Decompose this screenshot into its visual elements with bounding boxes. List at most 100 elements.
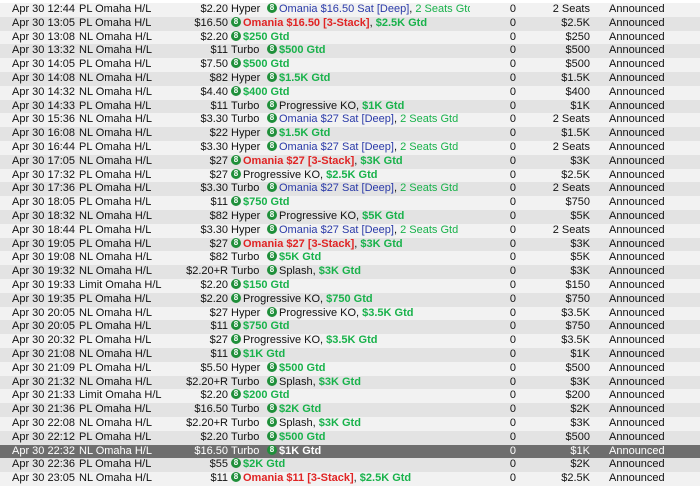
tournament-name: 8 $500 Gtd	[267, 362, 470, 376]
tournament-name-part: 2 Seats Gtd	[400, 223, 459, 236]
tournament-row[interactable]: Apr 30 14:05 PL Omaha H/L $7.50 8 $500 Gtd 0 $…	[0, 58, 700, 72]
tournament-name-part: Progressive KO,	[243, 292, 327, 305]
buy-in: $2.20	[200, 30, 228, 43]
entrants-count: 0	[509, 292, 516, 305]
tournament-row[interactable]: Apr 30 20:05 PL Omaha H/L $11 8 $750 Gtd 0 $75…	[0, 320, 700, 335]
entrants-count: 0	[509, 237, 516, 250]
tournament-row[interactable]: Apr 30 19:33 Limit Omaha H/L $2.20 8 $150 Gt…	[0, 279, 700, 293]
tournament-status: Announced	[609, 237, 665, 250]
omaha-badge-icon: 8	[267, 306, 277, 317]
tournament-status: Announced	[609, 16, 665, 29]
tournament-row[interactable]: Apr 30 19:05 PL Omaha H/L $27 8 Omania $27 […	[0, 237, 700, 252]
tournament-row[interactable]: Apr 30 14:33 PL Omaha H/L $11 Turbo 8 Progres…	[0, 99, 700, 114]
tournament-row[interactable]: Apr 30 19:08 NL Omaha H/L $82 Turbo 8 $5K Gtd…	[0, 251, 700, 266]
tournament-name-part: 2 Seats Gtd	[415, 3, 470, 15]
tournament-status: Announced	[609, 72, 665, 84]
tournament-name: 8 $150 Gtd	[231, 279, 470, 293]
tournament-row[interactable]: Apr 30 21:09 PL Omaha H/L $5.50 Hyper 8 $500 …	[0, 361, 700, 376]
tournament-status: Announced	[609, 196, 665, 209]
tournament-row[interactable]: Apr 30 21:08 NL Omaha H/L $11 8 $1K Gtd 0 $1K A…	[0, 348, 700, 362]
entrants-count: 0	[509, 72, 516, 84]
tournament-row[interactable]: Apr 30 14:08 NL Omaha H/L $82 Hyper 8 $1.5K G…	[0, 72, 700, 86]
tournament-name: 8 $1.5K Gtd	[267, 72, 470, 86]
tournament-row[interactable]: Apr 30 13:08 NL Omaha H/L $2.20 8 $250 Gtd 0 $…	[0, 30, 700, 45]
tournament-row[interactable]: Apr 30 16:08 NL Omaha H/L $22 Hyper 8 $1.5K G…	[0, 127, 700, 141]
tournament-row[interactable]: Apr 30 17:32 PL Omaha H/L $27 8 Progressive …	[0, 168, 700, 183]
omaha-badge-icon: 8	[267, 375, 277, 386]
tournament-status: Announced	[609, 210, 665, 222]
entrants-count: 0	[509, 430, 516, 443]
entrants-count: 0	[509, 251, 516, 264]
tournament-row[interactable]: Apr 30 19:32 NL Omaha H/L $2.20+R Turbo 8 Spl…	[0, 265, 700, 279]
tournament-name: 8 $1K Gtd	[267, 445, 470, 459]
tournament-row[interactable]: Apr 30 22:36 PL Omaha H/L $55 8 $2K Gtd 0 $2K A…	[0, 458, 700, 473]
tournament-row[interactable]: Apr 30 21:36 PL Omaha H/L $16.50 Turbo 8 $2K …	[0, 403, 700, 417]
buy-in: $11	[210, 99, 228, 112]
tournament-row[interactable]: Apr 30 22:08 NL Omaha H/L $2.20+R Turbo 8 Spl…	[0, 417, 700, 431]
tournament-row[interactable]: Apr 30 21:32 NL Omaha H/L $2.20+R Turbo 8 Spl…	[0, 375, 700, 390]
buy-in: $11	[210, 44, 228, 57]
tournament-status: Announced	[609, 265, 665, 278]
omaha-badge-icon: 8	[267, 127, 277, 138]
omaha-badge-icon: 8	[267, 265, 277, 276]
tournament-row[interactable]: Apr 30 20:32 PL Omaha H/L $27 8 Progressive …	[0, 334, 700, 348]
start-date: Apr 30 21:32	[12, 375, 75, 388]
tournament-row[interactable]: Apr 30 13:05 PL Omaha H/L $16.50 8 Omania $1…	[0, 16, 700, 31]
start-date: Apr 30 21:36	[12, 403, 75, 416]
tournament-name-part: $500 Gtd	[279, 44, 326, 57]
tournament-row[interactable]: Apr 30 17:36 PL Omaha H/L $3.30 Turbo 8 Omani…	[0, 182, 700, 197]
tournament-row[interactable]: Apr 30 14:32 NL Omaha H/L $4.40 8 $400 Gtd 0 $…	[0, 85, 700, 100]
tournament-row[interactable]: Apr 30 12:44 PL Omaha H/L $2.20 Hyper 8 Omani…	[0, 3, 700, 17]
tournament-row[interactable]: Apr 30 16:44 PL Omaha H/L $3.30 Hyper 8 Omani…	[0, 141, 700, 155]
tournament-row[interactable]: Apr 30 18:32 NL Omaha H/L $82 Hyper 8 Progres…	[0, 210, 700, 224]
tournament-name-part: Progressive KO,	[243, 168, 327, 181]
tournament-name-part: $3K Gtd	[318, 265, 361, 278]
buy-in: $11	[210, 472, 228, 485]
prize-pool: $1K	[570, 348, 590, 360]
buy-in: $4.40	[200, 85, 228, 98]
buy-in: $27	[209, 306, 228, 319]
tournament-status: Announced	[609, 141, 665, 153]
buy-in: $82	[209, 251, 228, 264]
prize-pool: $500	[565, 58, 590, 71]
tournament-name-part: $3K Gtd	[360, 237, 403, 250]
prize-pool: $150	[565, 279, 590, 291]
tournament-row[interactable]: Apr 30 22:12 PL Omaha H/L $2.20 Turbo 8 $500 …	[0, 430, 700, 445]
tournament-row[interactable]: Apr 30 22:32 NL Omaha H/L $16.50 Turbo 8 $1K …	[0, 444, 700, 459]
tournament-name-part: Omania $16.50 [3-Stack]	[243, 16, 370, 29]
omaha-badge-icon: 8	[267, 141, 277, 152]
omaha-badge-icon: 8	[231, 320, 241, 331]
tournament-status: Announced	[609, 30, 665, 43]
tournament-row[interactable]: Apr 30 20:05 NL Omaha H/L $27 Hyper 8 Progres…	[0, 306, 700, 321]
tournament-name-part: Splash,	[279, 375, 319, 388]
tournament-row[interactable]: Apr 30 18:05 PL Omaha H/L $11 8 $750 Gtd 0 $75…	[0, 196, 700, 210]
tournament-name: 8 $200 Gtd	[231, 389, 470, 403]
tournament-name-part: 2 Seats Gtd	[400, 141, 459, 153]
omaha-badge-icon: 8	[231, 292, 241, 303]
tournament-name: 8 Progressive KO, $1K Gtd	[267, 100, 470, 114]
tournament-name-part: $500 Gtd	[243, 58, 290, 71]
tournament-name: 8 Omania $27 Sat [Deep], 2 Seats Gtd	[267, 224, 470, 238]
tournament-row[interactable]: Apr 30 18:44 PL Omaha H/L $3.30 Hyper 8 Omani…	[0, 223, 700, 238]
tournament-row[interactable]: Apr 30 23:05 NL Omaha H/L $11 8 Omania $11 […	[0, 472, 700, 486]
tournament-row[interactable]: Apr 30 17:05 NL Omaha H/L $27 8 Omania $27 […	[0, 154, 700, 169]
tournament-name: 8 $750 Gtd	[231, 320, 470, 334]
speed: Turbo	[231, 444, 260, 457]
omaha-badge-icon: 8	[231, 30, 241, 41]
start-date: Apr 30 18:44	[12, 223, 75, 236]
tournament-name-part: Omania $11 [3-Stack]	[243, 472, 354, 485]
buy-in: $2.20	[200, 389, 228, 402]
tournament-name-part: $2K Gtd	[279, 403, 322, 416]
tournament-name: 8 Progressive KO, $2.5K Gtd	[231, 169, 470, 183]
tournament-row[interactable]: Apr 30 13:32 NL Omaha H/L $11 Turbo 8 $500 Gt…	[0, 44, 700, 59]
prize-pool: $1.5K	[561, 127, 590, 140]
tournament-name-part: $1.5K Gtd	[279, 72, 331, 84]
tournament-status: Announced	[609, 320, 665, 333]
start-date: Apr 30 20:05	[12, 306, 75, 319]
omaha-badge-icon: 8	[231, 348, 241, 359]
tournament-row[interactable]: Apr 30 15:36 NL Omaha H/L $3.30 Turbo 8 Omani…	[0, 113, 700, 128]
tournament-row[interactable]: Apr 30 21:33 Limit Omaha H/L $2.20 8 $200 Gt…	[0, 389, 700, 404]
omaha-badge-icon: 8	[231, 154, 241, 165]
tournament-status: Announced	[609, 348, 665, 360]
tournament-row[interactable]: Apr 30 19:35 PL Omaha H/L $2.20 8 Progressiv…	[0, 292, 700, 307]
